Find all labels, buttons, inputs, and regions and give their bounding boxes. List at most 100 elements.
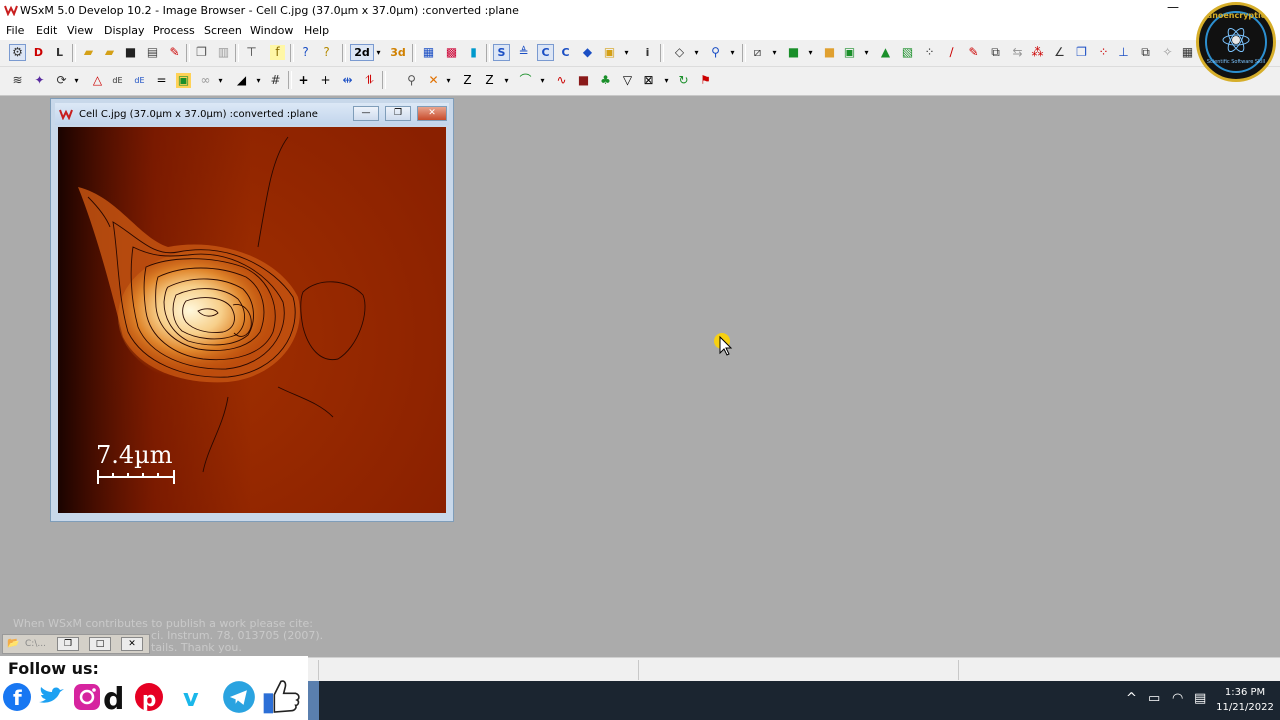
image-window-close-button[interactable]: ✕ [417, 106, 447, 121]
ramp-icon[interactable]: ◢ [234, 73, 249, 88]
slope-icon[interactable]: ∕ [944, 45, 959, 60]
save-icon[interactable]: ■ [123, 45, 138, 60]
camera-icon[interactable]: ⧉ [988, 45, 1003, 60]
picture-icon[interactable]: ▧ [900, 45, 915, 60]
paste-icon[interactable]: ▥ [216, 45, 231, 60]
chevron-up-icon[interactable]: ^ [1126, 691, 1137, 706]
stats-icon[interactable]: ⊥ [1116, 45, 1131, 60]
rotate-icon[interactable]: ⟳ [54, 73, 69, 88]
chevron-down-icon[interactable]: ▾ [692, 45, 701, 60]
particles-icon[interactable]: ⁘ [1096, 45, 1111, 60]
star-icon[interactable]: ✧ [1160, 45, 1175, 60]
image-window-minimize-button[interactable]: — [353, 106, 379, 121]
image-icon[interactable]: ▣ [176, 73, 191, 88]
zoom-icon[interactable]: ⚲ [708, 45, 723, 60]
menu-screen[interactable]: Screen [204, 24, 242, 37]
arc-icon[interactable]: ⌒ [518, 73, 533, 88]
chevron-down-icon[interactable]: ▾ [806, 45, 815, 60]
menu-help[interactable]: Help [304, 24, 329, 37]
arrows-icon[interactable]: ⇆ [1010, 45, 1025, 60]
data-icon[interactable]: D [31, 45, 46, 60]
chevron-down-icon[interactable]: ▾ [622, 45, 631, 60]
pen-icon[interactable]: ✎ [966, 45, 981, 60]
menu-process[interactable]: Process [153, 24, 195, 37]
chevron-down-icon[interactable]: ▾ [254, 73, 263, 88]
grid-icon[interactable]: ▦ [1180, 45, 1195, 60]
waveform-icon[interactable]: ≋ [10, 73, 25, 88]
tree-icon[interactable]: ♣ [598, 73, 613, 88]
polygon-icon[interactable]: ◇ [672, 45, 687, 60]
chevron-down-icon[interactable]: ▾ [728, 45, 737, 60]
derivative-icon[interactable]: dE [110, 73, 125, 88]
angle-icon[interactable]: ∠ [1052, 45, 1067, 60]
z-transform-icon[interactable]: Z [482, 73, 497, 88]
bookmark-icon[interactable]: ⚑ [698, 73, 713, 88]
print-icon[interactable]: ▤ [145, 45, 160, 60]
scatter-icon[interactable]: ⁘ [922, 45, 937, 60]
export-icon[interactable]: ✎ [167, 45, 182, 60]
line-profile-icon[interactable]: ≜ [516, 45, 531, 60]
frame-icon[interactable]: ▣ [602, 45, 617, 60]
minimized-window[interactable]: 📂 C:\... ❐ □ ✕ [2, 634, 150, 654]
minimize-button[interactable]: — [1166, 0, 1180, 18]
chevron-down-icon[interactable]: ▾ [444, 73, 453, 88]
landscape-icon[interactable]: ▲ [878, 45, 893, 60]
x-box-icon[interactable]: ⊠ [641, 73, 656, 88]
c-mode-button[interactable]: C [537, 44, 554, 61]
cube-icon[interactable]: ◆ [580, 45, 595, 60]
chevron-down-icon[interactable]: ▾ [216, 73, 225, 88]
minimized-restore-button[interactable]: ❐ [57, 637, 79, 651]
star-filter-icon[interactable]: ✦ [32, 73, 47, 88]
info-icon[interactable]: i [640, 45, 655, 60]
dark-square-icon[interactable]: ■ [576, 73, 591, 88]
color-bars-icon[interactable]: ▮ [466, 45, 481, 60]
function-icon[interactable]: f [270, 45, 285, 60]
bar-palette-icon[interactable]: ▩ [444, 45, 459, 60]
c-alt-button[interactable]: C [558, 45, 573, 60]
open-folder-icon[interactable]: ▰ [81, 45, 96, 60]
afm-image[interactable]: 7.4µm [58, 127, 446, 513]
facebook-icon[interactable]: f [2, 682, 32, 712]
help-icon[interactable]: ? [298, 45, 313, 60]
dailymotion-icon[interactable]: d [102, 682, 132, 712]
z-axis-icon[interactable]: Z [460, 73, 475, 88]
copy-icon[interactable]: ❐ [194, 45, 209, 60]
chevron-down-icon[interactable]: ▾ [770, 45, 779, 60]
like-icon[interactable] [260, 676, 302, 716]
image-window-restore-button[interactable]: ❐ [385, 106, 411, 121]
filter-icon[interactable]: ⊤ [244, 45, 259, 60]
chevron-down-icon[interactable]: ▾ [374, 45, 383, 60]
menu-edit[interactable]: Edit [36, 24, 57, 37]
chevron-down-icon[interactable]: ▾ [862, 45, 871, 60]
magnifier-icon[interactable]: ⚲ [404, 73, 419, 88]
cross-icon[interactable]: ✕ [426, 73, 441, 88]
hash-icon[interactable]: # [268, 73, 283, 88]
minimized-maximize-button[interactable]: □ [89, 637, 111, 651]
plus-small-icon[interactable]: + [318, 73, 333, 88]
refresh-icon[interactable]: ↻ [676, 73, 691, 88]
wifi-icon[interactable]: ◠ [1172, 691, 1183, 706]
list-icon[interactable]: L [52, 45, 67, 60]
curve-icon[interactable]: ∿ [554, 73, 569, 88]
telegram-icon[interactable] [222, 680, 256, 714]
menu-display[interactable]: Display [104, 24, 145, 37]
pinterest-icon[interactable]: p [134, 682, 164, 712]
s-mode-button[interactable]: S [493, 44, 510, 61]
derivative-alt-icon[interactable]: dE [132, 73, 147, 88]
plus-icon[interactable]: + [296, 73, 311, 88]
palette-icon[interactable]: ▦ [421, 45, 436, 60]
flip-horizontal-icon[interactable]: ⇹ [340, 73, 355, 88]
gear-icon[interactable]: ⚙ [9, 44, 26, 61]
layers-icon[interactable]: ⧉ [1138, 45, 1153, 60]
triangle-icon[interactable]: △ [90, 73, 105, 88]
vimeo-icon[interactable]: v [180, 682, 210, 712]
menu-window[interactable]: Window [250, 24, 293, 37]
windows-icon[interactable]: ❐ [1074, 45, 1089, 60]
flip-vertical-icon[interactable]: ⥮ [362, 73, 377, 88]
notification-icon[interactable]: ▤ [1194, 691, 1206, 706]
system-clock[interactable]: 1:36 PM 11/21/2022 [1212, 685, 1278, 715]
chevron-down-icon[interactable]: ▾ [72, 73, 81, 88]
menu-file[interactable]: File [6, 24, 24, 37]
battery-icon[interactable]: ▭ [1148, 691, 1160, 706]
green-frame-icon[interactable]: ▣ [842, 45, 857, 60]
